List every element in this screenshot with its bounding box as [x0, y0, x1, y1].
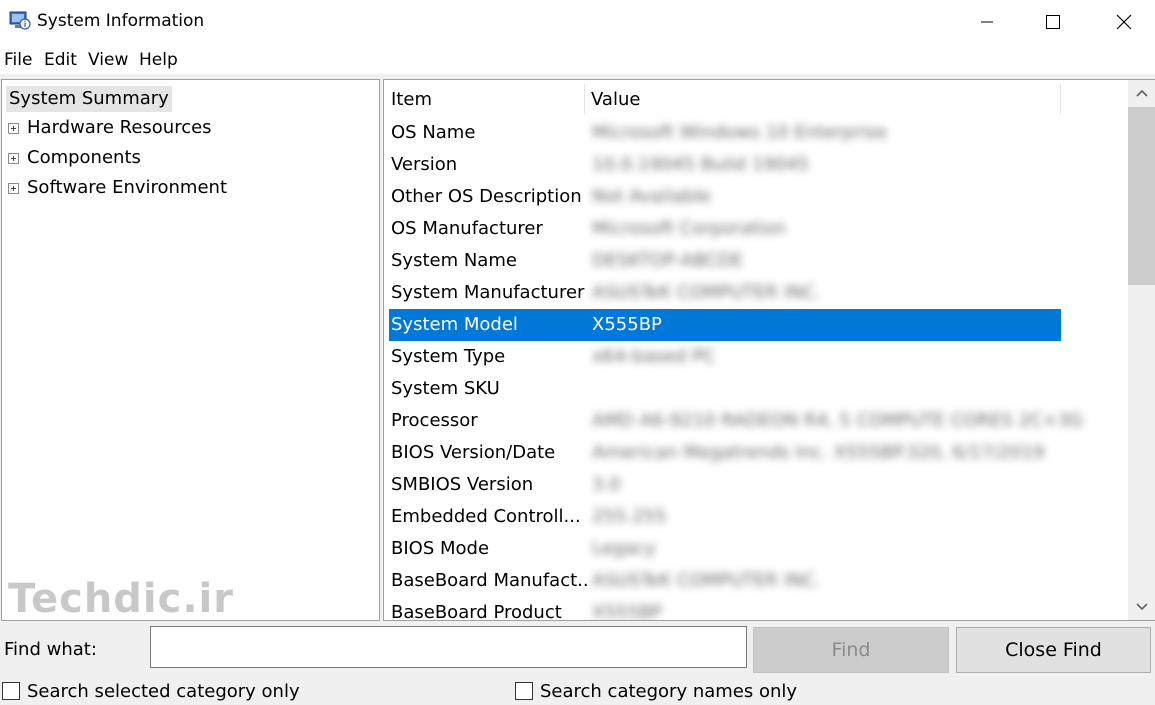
- cell-value: 255.255: [592, 506, 667, 527]
- cell-value: Legacy: [592, 538, 656, 559]
- cell-value: Not Available: [592, 186, 711, 207]
- watermark: Techdic.ir: [8, 576, 234, 621]
- cell-item: BIOS Mode: [391, 538, 490, 559]
- checkbox-label: Search category names only: [540, 680, 798, 702]
- cell-value: Microsoft Corporation: [592, 218, 786, 239]
- find-button[interactable]: Find: [753, 627, 949, 673]
- cell-item: OS Manufacturer: [391, 218, 543, 239]
- cell-item: Processor: [391, 410, 478, 431]
- minimize-button[interactable]: [958, 0, 1016, 44]
- chevron-down-icon: [1136, 603, 1148, 611]
- cell-item: BaseBoard Manufact...: [391, 570, 587, 591]
- window-title: System Information: [37, 11, 205, 31]
- cell-item: System Name: [391, 250, 517, 271]
- table-row[interactable]: System Manufacturer ASUSTeK COMPUTER INC.: [389, 277, 1061, 309]
- checkbox-label: Search selected category only: [27, 680, 300, 702]
- table-row[interactable]: Processor AMD A6-9210 RADEON R4, 5 COMPUT…: [389, 405, 1083, 437]
- cell-item: System Model: [391, 314, 518, 335]
- cell-value: X555BP: [592, 602, 662, 621]
- cell-value: 10.0.19045 Build 19045: [592, 154, 809, 175]
- tree-item-hardware-resources[interactable]: Hardware Resources: [8, 114, 212, 142]
- cell-item: System Type: [391, 346, 506, 367]
- column-divider[interactable]: [584, 84, 585, 114]
- cell-item: OS Name: [391, 122, 476, 143]
- cell-item: BaseBoard Product: [391, 602, 562, 621]
- table-row[interactable]: BIOS Mode Legacy: [389, 533, 1061, 565]
- tree-item-label: Hardware Resources: [27, 117, 212, 138]
- close-icon: [1116, 14, 1132, 30]
- cell-item: BIOS Version/Date: [391, 442, 556, 463]
- maximize-button[interactable]: [1024, 0, 1082, 44]
- cell-item: System SKU: [391, 378, 500, 399]
- tree-item-software-environment[interactable]: Software Environment: [8, 174, 227, 202]
- category-tree[interactable]: System Summary Hardware Resources Compon…: [1, 79, 380, 621]
- expand-plus-icon[interactable]: [8, 152, 19, 164]
- menu-file[interactable]: File: [4, 50, 32, 70]
- table-row[interactable]: OS Manufacturer Microsoft Corporation: [389, 213, 1061, 245]
- cell-item: System Manufacturer: [391, 282, 585, 303]
- scroll-up-button[interactable]: [1128, 80, 1155, 106]
- scroll-down-button[interactable]: [1128, 594, 1155, 620]
- tree-item-label: Software Environment: [27, 177, 228, 198]
- column-header-value[interactable]: Value: [591, 84, 1060, 116]
- checkbox-box[interactable]: [515, 682, 533, 700]
- find-label: Find what:: [4, 639, 97, 660]
- scroll-thumb[interactable]: [1128, 107, 1155, 285]
- column-header-item[interactable]: Item: [391, 84, 584, 116]
- column-divider[interactable]: [1060, 84, 1061, 114]
- system-information-app-icon: [9, 11, 31, 30]
- table-row[interactable]: System Name DESKTOP-ABCDE: [389, 245, 1061, 277]
- menu-bar: File Edit View Help: [0, 44, 1155, 74]
- cell-value: X555BP: [592, 314, 662, 335]
- table-row[interactable]: System Type x64-based PC: [389, 341, 1061, 373]
- table-row[interactable]: BaseBoard Manufact... ASUSTeK COMPUTER IN…: [389, 565, 1061, 597]
- cell-value: Microsoft Windows 10 Enterprise: [592, 122, 887, 143]
- details-list[interactable]: Item Value OS Name Microsoft Windows 10 E…: [383, 79, 1155, 621]
- table-row[interactable]: System SKU: [389, 373, 1061, 405]
- search-category-names-checkbox[interactable]: Search category names only: [515, 679, 797, 703]
- expand-plus-icon[interactable]: [8, 182, 19, 194]
- menu-view[interactable]: View: [88, 50, 128, 70]
- table-row[interactable]: System Model X555BP: [389, 309, 1061, 341]
- checkbox-box[interactable]: [2, 682, 20, 700]
- cell-value: American Megatrends Inc. X555BP.320, 6/1…: [592, 442, 1045, 463]
- cell-value: 3.0: [592, 474, 621, 495]
- menu-edit[interactable]: Edit: [44, 50, 77, 70]
- table-row[interactable]: OS Name Microsoft Windows 10 Enterprise: [389, 117, 1061, 149]
- table-row[interactable]: Embedded Controll... 255.255: [389, 501, 1061, 533]
- close-button[interactable]: [1095, 0, 1153, 44]
- table-row[interactable]: BaseBoard Product X555BP: [389, 597, 1061, 621]
- cell-item: SMBIOS Version: [391, 474, 534, 495]
- cell-value: ASUSTeK COMPUTER INC.: [592, 570, 821, 591]
- cell-item: Other OS Description: [391, 186, 582, 207]
- table-row[interactable]: Other OS Description Not Available: [389, 181, 1061, 213]
- table-row[interactable]: BIOS Version/Date American Megatrends Inc…: [389, 437, 1061, 469]
- cell-item: Embedded Controll...: [391, 506, 581, 527]
- tree-item-label: Components: [27, 147, 141, 168]
- close-find-button[interactable]: Close Find: [956, 627, 1151, 673]
- title-bar: System Information: [0, 0, 1155, 44]
- tree-item-components[interactable]: Components: [8, 144, 141, 172]
- table-row[interactable]: SMBIOS Version 3.0: [389, 469, 1061, 501]
- minimize-icon: [981, 21, 993, 23]
- expand-plus-icon[interactable]: [8, 122, 19, 134]
- tree-item-system-summary[interactable]: System Summary: [6, 86, 172, 112]
- table-row[interactable]: Version 10.0.19045 Build 19045: [389, 149, 1061, 181]
- menu-help[interactable]: Help: [139, 50, 178, 70]
- chevron-up-icon: [1136, 89, 1148, 97]
- maximize-icon: [1046, 15, 1060, 29]
- search-selected-category-checkbox[interactable]: Search selected category only: [2, 679, 300, 703]
- cell-value: x64-based PC: [592, 346, 716, 367]
- cell-value: DESKTOP-ABCDE: [592, 250, 743, 271]
- cell-item: Version: [391, 154, 458, 175]
- vertical-scrollbar[interactable]: [1128, 80, 1155, 620]
- cell-value: ASUSTeK COMPUTER INC.: [592, 282, 821, 303]
- cell-value: AMD A6-9210 RADEON R4, 5 COMPUTE CORES 2…: [592, 410, 1084, 431]
- find-input[interactable]: [150, 626, 747, 668]
